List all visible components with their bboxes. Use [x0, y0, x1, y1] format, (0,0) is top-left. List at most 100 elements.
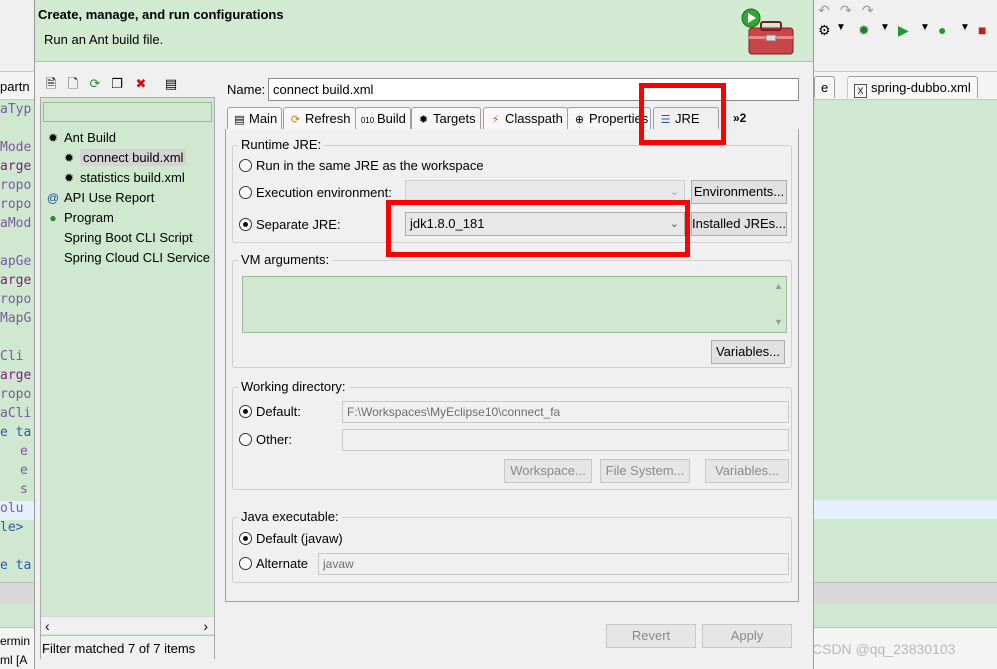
radio-button[interactable]: [239, 433, 252, 446]
duplicate-config-icon[interactable]: ❐: [108, 75, 126, 93]
tree-horizontal-scrollbar[interactable]: ‹ ›: [41, 616, 214, 634]
server-icon[interactable]: ■: [978, 22, 986, 38]
textarea-scrollbar[interactable]: ▲ ▼: [771, 277, 786, 332]
program-icon: ●: [49, 211, 57, 225]
tree-item-label: API Use Report: [64, 190, 155, 205]
classpath-icon: ⚡: [491, 114, 500, 126]
collapse-all-icon[interactable]: ▤: [162, 75, 180, 93]
vm-variables-button[interactable]: Variables...: [711, 340, 785, 364]
ant-icon: ✹: [63, 151, 75, 165]
tab-label: Targets: [433, 111, 476, 126]
working-directory-title: Working directory:: [238, 379, 349, 394]
execution-environment-radio[interactable]: Execution environment:: [239, 184, 392, 202]
radio-button[interactable]: [239, 405, 252, 418]
debug-icon[interactable]: ⚙: [818, 22, 831, 39]
console-label-fragment: ml [A: [0, 653, 28, 667]
tree-item-label: Ant Build: [64, 130, 117, 145]
run-icon[interactable]: ▶: [898, 22, 909, 39]
other-directory-field[interactable]: [342, 429, 789, 451]
tab-build[interactable]: 010 Build: [355, 107, 411, 130]
runtime-jre-title: Runtime JRE:: [238, 137, 325, 152]
installed-jres-button[interactable]: Installed JREs...: [691, 212, 787, 236]
tab-main[interactable]: ▤ Main: [227, 107, 283, 130]
tree-item-statistics-build[interactable]: ✹ statistics build.xml: [61, 168, 185, 188]
toolbox-run-icon: [741, 8, 794, 55]
alternate-executable-field: javaw: [318, 553, 789, 575]
bug-icon[interactable]: ✹: [858, 22, 870, 39]
tab-classpath[interactable]: ⚡ Classpath: [483, 107, 568, 130]
vm-arguments-textarea[interactable]: ▲ ▼: [242, 276, 787, 333]
code-fragment: arge: [0, 159, 32, 174]
tree-item-api-use-report[interactable]: @ API Use Report: [45, 188, 154, 208]
filter-status: Filter matched 7 of 7 items: [41, 635, 214, 659]
dropdown-arrow-icon[interactable]: ▼: [960, 22, 970, 33]
scroll-left-icon[interactable]: ‹: [45, 617, 50, 635]
apply-button[interactable]: Apply: [702, 624, 792, 648]
background-scrollbar: [0, 582, 34, 604]
revert-button[interactable]: Revert: [606, 624, 696, 648]
code-fragment: ropo: [0, 178, 32, 193]
background-editor-tabs: e Xspring-dubbo.xml: [814, 72, 997, 100]
new-config-icon[interactable]: 🗎: [42, 75, 60, 93]
background-editor-tab-spring-dubbo[interactable]: Xspring-dubbo.xml: [847, 76, 978, 98]
tree-item-label: Program: [64, 210, 114, 225]
background-editor-tab[interactable]: partn: [0, 72, 34, 100]
same-jre-radio[interactable]: Run in the same JRE as the workspace: [239, 157, 484, 175]
code-fragment: e ta: [0, 558, 32, 573]
export-config-icon[interactable]: ⟳: [86, 75, 104, 93]
default-javaw-radio[interactable]: Default (javaw): [239, 530, 343, 548]
background-toolbar: ⚙ ▼ ✹ ▼ ▶ ▼ ● ▼ ■ ↶ ↷ ↷: [814, 0, 997, 72]
watermark: CSDN @qq_23830103: [812, 641, 956, 657]
filter-input[interactable]: [43, 102, 212, 122]
scroll-right-icon[interactable]: ›: [203, 617, 208, 635]
scroll-down-icon[interactable]: ▼: [771, 317, 786, 327]
new-prototype-icon[interactable]: 🗋: [64, 75, 82, 93]
tree-item-connect-build[interactable]: ✹ connect build.xml: [61, 148, 187, 168]
workspace-button[interactable]: Workspace...: [504, 459, 592, 483]
radio-button[interactable]: [239, 532, 252, 545]
console-tab-fragment[interactable]: ermin: [0, 634, 34, 648]
background-editor-tab[interactable]: e: [814, 76, 836, 98]
radio-button[interactable]: [239, 186, 252, 199]
separate-jre-radio[interactable]: Separate JRE:: [239, 216, 341, 234]
delete-config-icon[interactable]: ✖: [132, 75, 150, 93]
tree-item-program[interactable]: ● Program: [45, 208, 114, 228]
alternate-executable-radio[interactable]: Alternate: [239, 555, 308, 573]
code-fragment: aCli: [0, 406, 32, 421]
name-label: Name:: [227, 82, 266, 97]
tab-label: Main: [249, 111, 278, 126]
radio-button[interactable]: [239, 557, 252, 570]
java-executable-title: Java executable:: [238, 509, 342, 524]
tree-item-label: Spring Boot CLI Script: [64, 230, 193, 245]
tab-targets[interactable]: ✹ Targets: [411, 107, 481, 130]
nav-back-icon[interactable]: ↶: [818, 2, 830, 19]
other-directory-radio[interactable]: Other:: [239, 431, 292, 449]
dropdown-arrow-icon[interactable]: ▼: [836, 22, 846, 33]
radio-button[interactable]: [239, 159, 252, 172]
default-directory-radio[interactable]: Default:: [239, 403, 301, 421]
nav-last-edit-icon[interactable]: ↷: [862, 2, 874, 19]
dropdown-arrow-icon[interactable]: ▼: [920, 22, 930, 33]
scroll-up-icon[interactable]: ▲: [771, 281, 786, 291]
code-fragment: e: [20, 444, 28, 459]
dropdown-arrow-icon[interactable]: ▼: [880, 22, 890, 33]
nav-forward-icon[interactable]: ↷: [840, 2, 852, 19]
code-fragment: Cli: [0, 349, 24, 364]
tab-label: Build: [377, 111, 406, 126]
more-tabs-button[interactable]: »2: [733, 111, 746, 125]
file-system-button[interactable]: File System...: [600, 459, 690, 483]
directory-variables-button[interactable]: Variables...: [705, 459, 789, 483]
config-tree-panel: ✹ Ant Build ✹ connect build.xml ✹ statistic…: [40, 97, 215, 659]
tab-label: spring-dubbo.xml: [871, 80, 971, 95]
tree-item-spring-boot-cli[interactable]: Spring Boot CLI Script: [45, 228, 193, 248]
external-tool-icon[interactable]: ●: [938, 22, 946, 38]
tree-item-ant-build[interactable]: ✹ Ant Build: [45, 128, 116, 148]
code-fragment: aMod: [0, 216, 32, 231]
tab-refresh[interactable]: ⟳ Refresh: [283, 107, 356, 130]
java-executable-group: Java executable: Default (javaw) Alterna…: [232, 509, 792, 583]
environments-button[interactable]: Environments...: [691, 180, 787, 204]
refresh-icon: ⟳: [290, 114, 301, 126]
tree-item-label: statistics build.xml: [80, 170, 185, 185]
tree-item-spring-cloud-cli[interactable]: Spring Cloud CLI Service: [45, 248, 210, 268]
radio-button[interactable]: [239, 218, 252, 231]
